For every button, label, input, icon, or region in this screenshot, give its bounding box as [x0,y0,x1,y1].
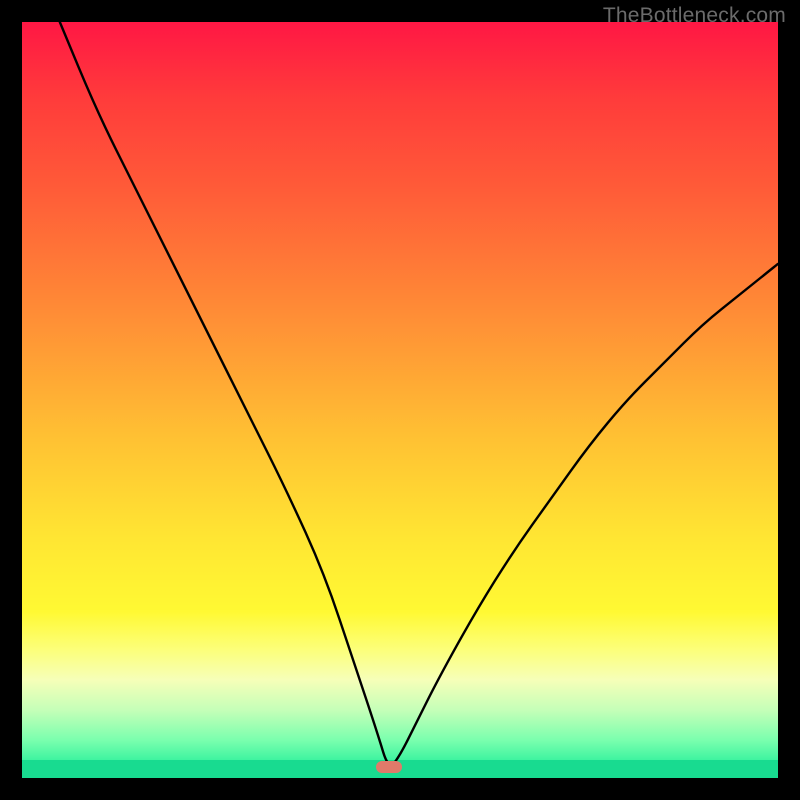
plot-area [22,22,778,778]
optimal-marker [376,761,402,773]
chart-stage: TheBottleneck.com [0,0,800,800]
bottleneck-curve [22,22,778,778]
